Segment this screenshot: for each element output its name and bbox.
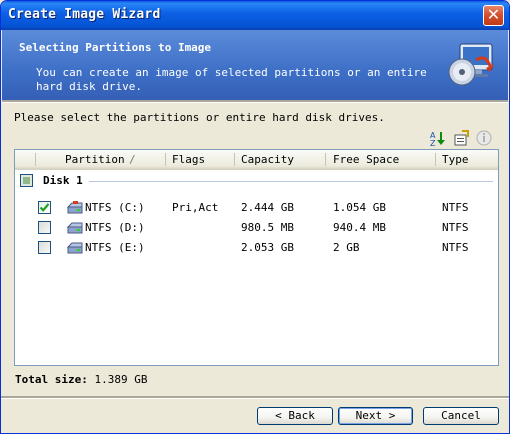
window-title: Create Image Wizard (8, 7, 161, 22)
disk-label: Disk 1 (43, 174, 83, 187)
table-row[interactable]: NTFS (E:) 2.053 GB 2 GB NTFS (15, 239, 498, 258)
partition-drive-icon (67, 201, 83, 214)
partition-free-space: 940.4 MB (333, 221, 386, 234)
column-divider (234, 153, 235, 166)
partition-capacity: 2.444 GB (241, 201, 294, 214)
disk-checkbox[interactable] (20, 174, 33, 187)
column-free-space[interactable]: Free Space (333, 150, 399, 169)
sort-icon[interactable]: A Z (429, 129, 447, 147)
cancel-button[interactable]: Cancel (423, 407, 499, 425)
column-capacity[interactable]: Capacity (241, 150, 294, 169)
total-size: Total size: 1.389 GB (15, 373, 147, 386)
table-row[interactable]: NTFS (C:) Pri,Act 2.444 GB 1.054 GB NTFS (15, 199, 498, 218)
partition-checkbox[interactable] (38, 241, 51, 254)
properties-icon[interactable] (453, 129, 471, 147)
header-title: Selecting Partitions to Image (19, 41, 212, 54)
wizard-header: Selecting Partitions to Image You can cr… (2, 30, 508, 100)
partition-name: NTFS (E:) (85, 241, 145, 254)
column-divider (165, 153, 166, 166)
partition-free-space: 1.054 GB (333, 201, 386, 214)
group-divider (89, 181, 493, 182)
partition-name: NTFS (D:) (85, 221, 145, 234)
partition-checkbox[interactable] (38, 221, 51, 234)
column-header: Partition / Flags Capacity Free Space Ty… (15, 150, 498, 170)
partition-free-space: 2 GB (333, 241, 360, 254)
info-icon[interactable] (475, 129, 493, 147)
column-divider (325, 153, 326, 166)
sort-indicator-icon: / (129, 153, 136, 166)
partition-capacity: 980.5 MB (241, 221, 294, 234)
table-row[interactable]: NTFS (D:) 980.5 MB 940.4 MB NTFS (15, 219, 498, 238)
instructions-text: Please select the partitions or entire h… (14, 111, 385, 124)
total-size-label: Total size: (15, 373, 88, 386)
column-type[interactable]: Type (442, 150, 469, 169)
partition-flags: Pri,Act (172, 201, 219, 214)
svg-text:Z: Z (430, 139, 436, 147)
total-size-value: 1.389 GB (94, 373, 148, 386)
partition-checkbox[interactable] (38, 201, 51, 214)
back-button[interactable]: < Back (257, 407, 333, 425)
title-bar[interactable]: Create Image Wizard ✕ (1, 1, 509, 30)
partition-name: NTFS (C:) (85, 201, 145, 214)
next-button[interactable]: Next > (338, 407, 413, 425)
check-icon (39, 203, 50, 212)
column-partition[interactable]: Partition (65, 150, 125, 169)
header-subtitle: You can create an image of selected part… (36, 66, 427, 93)
create-image-wizard-window: Create Image Wizard ✕ Selecting Partitio… (0, 0, 510, 434)
partition-list[interactable]: Partition / Flags Capacity Free Space Ty… (14, 149, 499, 366)
partition-type: NTFS (442, 201, 469, 214)
partition-drive-icon (67, 222, 83, 234)
column-divider (35, 153, 36, 166)
close-icon: ✕ (486, 5, 501, 24)
disk-group-header[interactable]: Disk 1 (15, 172, 498, 192)
disk-image-wizard-icon (448, 43, 494, 86)
partition-type: NTFS (442, 241, 469, 254)
partition-drive-icon (67, 242, 83, 254)
column-flags[interactable]: Flags (172, 150, 205, 169)
column-divider (435, 153, 436, 166)
footer-divider (1, 396, 509, 399)
close-button[interactable]: ✕ (483, 5, 504, 26)
partition-type: NTFS (442, 221, 469, 234)
partition-capacity: 2.053 GB (241, 241, 294, 254)
header-divider (2, 100, 508, 103)
